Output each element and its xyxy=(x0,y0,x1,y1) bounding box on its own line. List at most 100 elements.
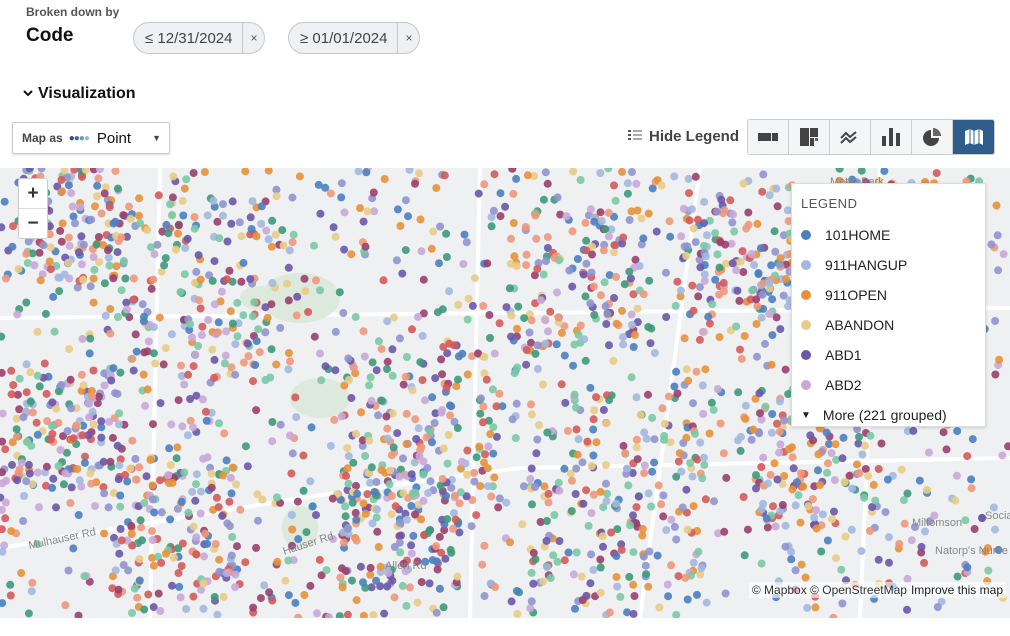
filter-chip-start-date[interactable]: ≥ 01/01/2024 × xyxy=(288,22,421,54)
broken-down-by-label: Broken down by xyxy=(26,5,120,19)
map-point xyxy=(95,168,104,174)
map-point xyxy=(788,453,797,462)
map-point xyxy=(554,313,563,322)
legend-item[interactable]: ABD2 xyxy=(801,370,985,400)
map-point xyxy=(67,483,76,492)
map-point xyxy=(582,486,591,495)
viz-line-button[interactable] xyxy=(830,120,871,154)
map-point xyxy=(619,441,628,450)
viz-table-button[interactable] xyxy=(748,120,789,154)
map-point xyxy=(670,172,679,181)
map-point xyxy=(435,532,444,541)
legend-item[interactable]: ABANDON xyxy=(801,310,985,340)
viz-bar-button[interactable] xyxy=(871,120,912,154)
map-point xyxy=(612,552,621,561)
map-point xyxy=(226,473,235,482)
map-point xyxy=(214,503,223,512)
map-as-dropdown[interactable]: Map as ●●●● Point ▼ xyxy=(12,122,170,154)
remove-filter-button[interactable]: × xyxy=(397,23,419,53)
map-point xyxy=(720,527,729,536)
map-point xyxy=(8,460,16,469)
map-point xyxy=(418,331,427,340)
map-point xyxy=(726,196,735,205)
legend-item[interactable]: 101HOME xyxy=(801,220,985,250)
legend-item[interactable]: ABD1 xyxy=(801,340,985,370)
map-point xyxy=(841,532,850,541)
map-point xyxy=(161,344,170,353)
filter-chip-end-date[interactable]: ≤ 12/31/2024 × xyxy=(133,22,266,54)
map-point xyxy=(741,414,750,423)
map-point xyxy=(775,397,784,406)
map-point xyxy=(162,549,170,558)
map-point xyxy=(419,457,428,466)
map-point xyxy=(716,419,725,428)
legend-swatch xyxy=(801,380,811,390)
map-point xyxy=(543,179,552,188)
map-point xyxy=(250,298,259,307)
map-point xyxy=(0,437,7,446)
map-point xyxy=(383,434,392,443)
viz-pie-button[interactable] xyxy=(912,120,953,154)
map-point xyxy=(710,497,718,506)
zoom-out-button[interactable]: − xyxy=(19,209,47,238)
map-point xyxy=(640,461,649,470)
map-point xyxy=(796,469,805,478)
map-point xyxy=(721,240,730,249)
map-point xyxy=(122,305,131,314)
map-point xyxy=(157,508,166,517)
map-point xyxy=(553,557,562,566)
map-point xyxy=(54,273,63,282)
map-point xyxy=(572,548,581,557)
map-point xyxy=(200,552,208,561)
map-point xyxy=(272,192,281,201)
map-point xyxy=(696,438,705,447)
map-point xyxy=(576,176,585,184)
map-point xyxy=(419,470,428,479)
map-point xyxy=(204,316,213,324)
map-point xyxy=(536,296,545,305)
map-point xyxy=(439,444,448,453)
map-point xyxy=(874,555,883,564)
map-point xyxy=(89,298,98,307)
map-point xyxy=(293,497,302,506)
map-point xyxy=(254,516,262,525)
map-point xyxy=(302,528,311,537)
map-point xyxy=(119,256,128,265)
improve-map-link[interactable]: Improve this map xyxy=(911,583,1003,597)
map-point xyxy=(140,312,148,321)
map-point xyxy=(769,502,777,511)
map-point xyxy=(739,493,748,501)
map-point xyxy=(472,511,481,520)
viz-map-button[interactable] xyxy=(953,120,994,154)
visualization-toggle[interactable]: Visualization xyxy=(22,85,136,103)
legend-item[interactable]: 911OPEN xyxy=(801,280,985,310)
map-point xyxy=(151,359,160,368)
map-point xyxy=(373,505,381,514)
map-point xyxy=(486,334,494,342)
map-point xyxy=(399,489,408,498)
map-point xyxy=(644,489,653,498)
map-point xyxy=(100,489,109,498)
map-point xyxy=(682,365,691,374)
map-point xyxy=(600,278,609,287)
map-point xyxy=(138,536,147,545)
legend-item[interactable]: 911HANGUP xyxy=(801,250,985,280)
map-point xyxy=(590,310,599,319)
remove-filter-button[interactable]: × xyxy=(242,23,264,53)
map-point xyxy=(483,482,492,491)
hide-legend-button[interactable]: Hide Legend xyxy=(628,128,739,145)
map-point xyxy=(647,324,656,333)
map-point xyxy=(89,274,98,283)
viz-treemap-button[interactable] xyxy=(789,120,830,154)
zoom-in-button[interactable]: + xyxy=(19,179,47,209)
map-point xyxy=(599,542,607,551)
legend-more-toggle[interactable]: ▼ More (221 grouped) xyxy=(801,400,985,430)
map-point xyxy=(612,499,621,508)
attribution-text[interactable]: © Mapbox © OpenStreetMap xyxy=(752,583,907,597)
map-point xyxy=(553,288,561,297)
map-point xyxy=(219,471,227,480)
map-point xyxy=(627,373,636,382)
map-point xyxy=(421,396,430,405)
map-point xyxy=(33,468,42,477)
map-point xyxy=(616,592,625,601)
